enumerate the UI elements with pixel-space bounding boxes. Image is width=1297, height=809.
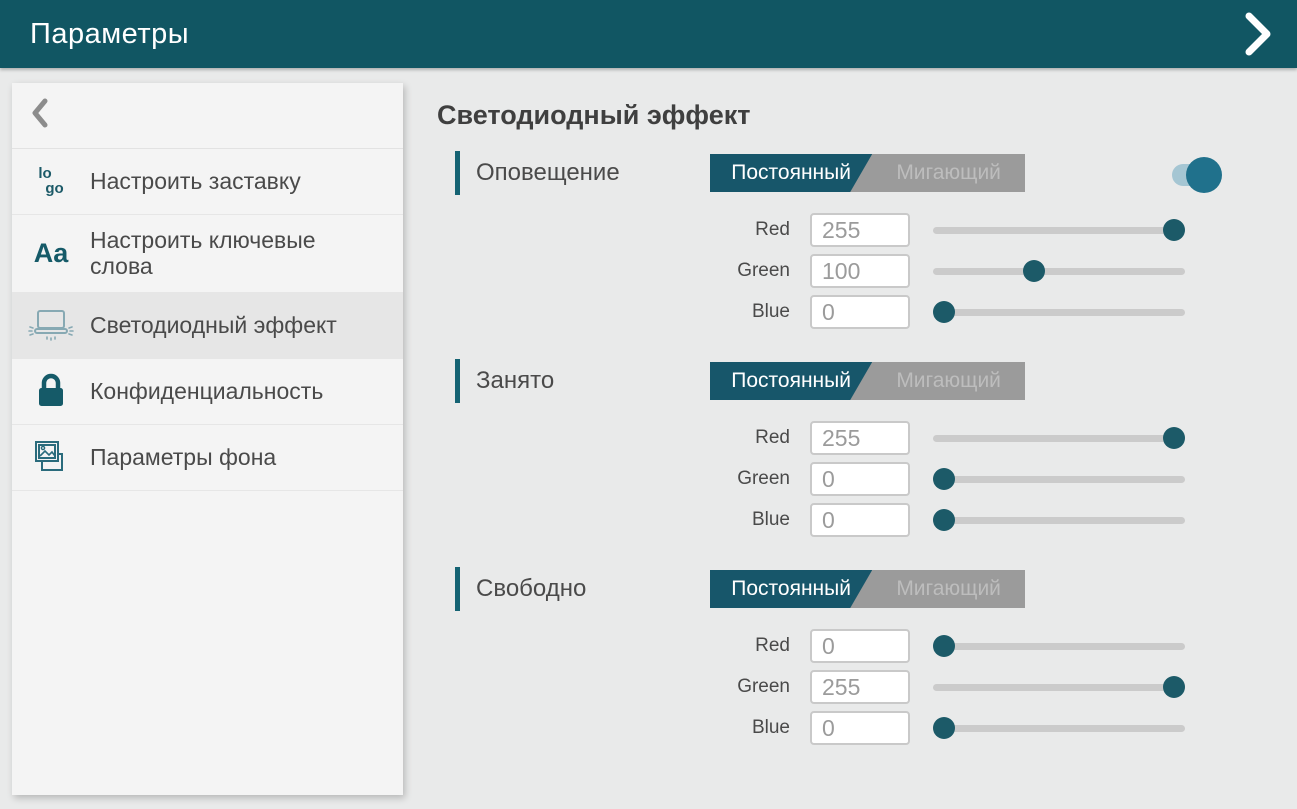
- mode-option-blinking[interactable]: Мигающий: [872, 154, 1025, 192]
- green-value-input[interactable]: [810, 254, 910, 288]
- chevron-left-icon: [32, 98, 48, 133]
- rgb-row-red: Red: [437, 213, 1297, 247]
- red-value-input[interactable]: [810, 629, 910, 663]
- mode-toggle: Постоянный Мигающий: [710, 362, 1025, 400]
- rgb-row-blue: Blue: [437, 503, 1297, 537]
- rgb-row-green: Green: [437, 462, 1297, 496]
- rgb-row-blue: Blue: [437, 711, 1297, 745]
- background-images-icon: [12, 438, 90, 476]
- blue-value-input[interactable]: [810, 295, 910, 329]
- green-value-input[interactable]: [810, 462, 910, 496]
- green-slider[interactable]: [933, 684, 1185, 691]
- sidebar-collapse-button[interactable]: [12, 83, 403, 149]
- red-label: Red: [437, 219, 790, 241]
- mode-option-blinking[interactable]: Мигающий: [872, 362, 1025, 400]
- slider-thumb[interactable]: [1163, 427, 1185, 449]
- slider-thumb[interactable]: [933, 468, 955, 490]
- slider-thumb[interactable]: [933, 635, 955, 657]
- sidebar-item-label: Светодиодный эффект: [90, 300, 347, 350]
- slider-thumb[interactable]: [1163, 676, 1185, 698]
- sidebar-item-label: Настроить заставку: [90, 156, 311, 206]
- red-value-input[interactable]: [810, 213, 910, 247]
- slider-thumb[interactable]: [1023, 260, 1045, 282]
- blue-value-input[interactable]: [810, 503, 910, 537]
- rgb-row-red: Red: [437, 629, 1297, 663]
- mode-option-constant[interactable]: Постоянный: [710, 362, 872, 400]
- slider-thumb[interactable]: [933, 509, 955, 531]
- red-slider[interactable]: [933, 227, 1185, 234]
- red-label: Red: [437, 427, 790, 449]
- led-screen-icon: [12, 306, 90, 344]
- blue-label: Blue: [437, 717, 790, 739]
- top-bar: Параметры: [0, 0, 1297, 68]
- red-slider[interactable]: [933, 435, 1185, 442]
- lock-icon: [12, 373, 90, 409]
- mode-option-constant[interactable]: Постоянный: [710, 154, 872, 192]
- rgb-row-green: Green: [437, 670, 1297, 704]
- rgb-row-red: Red: [437, 421, 1297, 455]
- red-label: Red: [437, 635, 790, 657]
- blue-slider[interactable]: [933, 517, 1185, 524]
- sidebar-item-label: Конфиденциальность: [90, 366, 333, 416]
- sidebar-item-screensaver[interactable]: logo Настроить заставку: [12, 149, 403, 215]
- sidebar-item-led-effect[interactable]: Светодиодный эффект: [12, 293, 403, 359]
- slider-thumb[interactable]: [933, 301, 955, 323]
- sidebar-item-background[interactable]: Параметры фона: [12, 425, 403, 491]
- green-slider[interactable]: [933, 476, 1185, 483]
- sidebar-item-label: Параметры фона: [90, 432, 286, 482]
- chevron-right-icon[interactable]: [1245, 12, 1271, 56]
- slider-thumb[interactable]: [933, 717, 955, 739]
- section-accent-bar: [455, 359, 460, 403]
- section-label: Занято: [476, 367, 554, 395]
- page-title: Светодиодный эффект: [437, 100, 1297, 131]
- notification-led-switch[interactable]: [1172, 164, 1212, 186]
- slider-thumb[interactable]: [1163, 219, 1185, 241]
- sidebar-item-label: Настроить ключевые слова: [90, 215, 340, 292]
- red-slider[interactable]: [933, 643, 1185, 650]
- logo-icon: logo: [12, 167, 90, 196]
- rgb-row-green: Green: [437, 254, 1297, 288]
- green-label: Green: [437, 676, 790, 698]
- switch-thumb: [1186, 157, 1222, 193]
- keywords-aa-icon: Aa: [12, 238, 90, 269]
- mode-option-blinking[interactable]: Мигающий: [872, 570, 1025, 608]
- mode-toggle: Постоянный Мигающий: [710, 154, 1025, 192]
- mode-toggle: Постоянный Мигающий: [710, 570, 1025, 608]
- sidebar-item-privacy[interactable]: Конфиденциальность: [12, 359, 403, 425]
- section-notification: Оповещение Постоянный Мигающий Red Green: [437, 151, 1297, 329]
- mode-option-constant[interactable]: Постоянный: [710, 570, 872, 608]
- section-busy: Занято Постоянный Мигающий Red Green Blu…: [437, 359, 1297, 537]
- red-value-input[interactable]: [810, 421, 910, 455]
- green-value-input[interactable]: [810, 670, 910, 704]
- section-free: Свободно Постоянный Мигающий Red Green B…: [437, 567, 1297, 745]
- section-accent-bar: [455, 151, 460, 195]
- section-label: Свободно: [476, 575, 586, 603]
- green-label: Green: [437, 260, 790, 282]
- sidebar: logo Настроить заставку Aa Настроить клю…: [12, 83, 403, 795]
- main-panel: Светодиодный эффект Оповещение Постоянны…: [437, 68, 1297, 809]
- green-label: Green: [437, 468, 790, 490]
- blue-label: Blue: [437, 509, 790, 531]
- blue-value-input[interactable]: [810, 711, 910, 745]
- sidebar-item-keywords[interactable]: Aa Настроить ключевые слова: [12, 215, 403, 293]
- app-title: Параметры: [30, 18, 189, 51]
- blue-slider[interactable]: [933, 725, 1185, 732]
- section-accent-bar: [455, 567, 460, 611]
- section-label: Оповещение: [476, 159, 620, 187]
- green-slider[interactable]: [933, 268, 1185, 275]
- blue-label: Blue: [437, 301, 790, 323]
- rgb-row-blue: Blue: [437, 295, 1297, 329]
- blue-slider[interactable]: [933, 309, 1185, 316]
